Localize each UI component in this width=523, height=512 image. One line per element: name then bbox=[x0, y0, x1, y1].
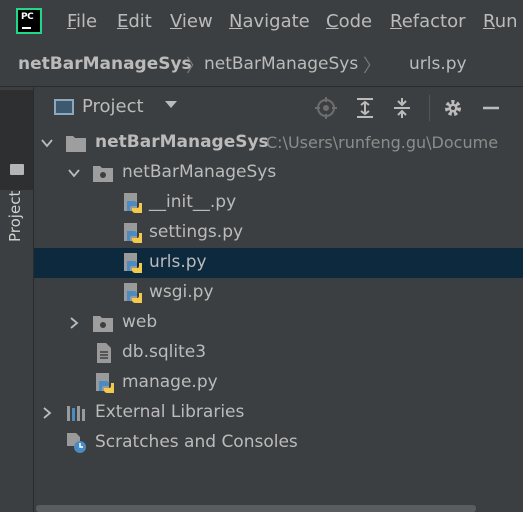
minimize-icon[interactable] bbox=[480, 97, 502, 119]
project-tree: netBarManageSys C:\Users\runfeng.gu\Docu… bbox=[34, 128, 523, 512]
menu-view[interactable]: View bbox=[170, 11, 213, 32]
project-stripe-button[interactable]: Project bbox=[0, 90, 33, 242]
python-file-icon bbox=[96, 373, 114, 393]
locate-icon[interactable] bbox=[315, 97, 337, 119]
tree-label: web bbox=[122, 312, 158, 332]
logo-text: PC bbox=[21, 12, 34, 22]
expand-all-icon[interactable] bbox=[354, 97, 376, 119]
tree-node-file[interactable]: __init__.py bbox=[34, 188, 523, 218]
tree-label: External Libraries bbox=[95, 402, 245, 422]
tree-label: wsgi.py bbox=[149, 282, 214, 302]
python-file-icon bbox=[124, 283, 142, 303]
project-view-icon bbox=[54, 99, 74, 115]
tree-label: settings.py bbox=[149, 222, 244, 242]
tree-path: C:\Users\runfeng.gu\Docume bbox=[266, 133, 499, 152]
pycharm-logo-icon: PC bbox=[16, 8, 42, 34]
tree-label: netBarManageSys bbox=[95, 132, 269, 152]
menu-file[interactable]: File bbox=[67, 11, 97, 32]
project-panel-header: Project bbox=[34, 87, 523, 127]
tree-label: manage.py bbox=[122, 372, 218, 392]
menu-navigate[interactable]: Navigate bbox=[229, 11, 310, 32]
tree-node-package[interactable]: netBarManageSys bbox=[34, 158, 523, 188]
chevron-right-icon: 〉 bbox=[186, 56, 204, 77]
chevron-down-icon[interactable] bbox=[165, 101, 177, 108]
python-file-icon bbox=[124, 253, 142, 273]
library-icon bbox=[67, 406, 85, 421]
tree-node-file-selected[interactable]: urls.py bbox=[34, 248, 523, 278]
breadcrumb-file[interactable]: urls.py bbox=[409, 54, 467, 74]
toolbar-divider bbox=[429, 95, 430, 121]
menu-bar: PC File Edit View Navigate Code Refactor… bbox=[0, 0, 523, 42]
chevron-right-icon[interactable] bbox=[68, 317, 80, 329]
breadcrumb: netBarManageSys 〉 netBarManageSys 〉 urls… bbox=[0, 42, 523, 116]
menu-refactor[interactable]: Refactor bbox=[390, 11, 466, 32]
tree-node-file[interactable]: wsgi.py bbox=[34, 278, 523, 308]
python-file-icon bbox=[124, 223, 142, 243]
chevron-down-icon[interactable] bbox=[68, 167, 80, 179]
tree-node-file[interactable]: settings.py bbox=[34, 218, 523, 248]
breadcrumb-package[interactable]: netBarManageSys bbox=[204, 54, 358, 74]
collapse-all-icon[interactable] bbox=[391, 97, 413, 119]
tree-node-manage[interactable]: manage.py bbox=[34, 368, 523, 398]
menu-code[interactable]: Code bbox=[326, 11, 372, 32]
tree-node-web[interactable]: web bbox=[34, 308, 523, 338]
text-file-icon bbox=[97, 343, 111, 363]
tree-node-db[interactable]: db.sqlite3 bbox=[34, 338, 523, 368]
tree-label: db.sqlite3 bbox=[122, 342, 207, 362]
tree-label: __init__.py bbox=[149, 192, 237, 212]
scratches-icon bbox=[67, 433, 86, 453]
panel-title[interactable]: Project bbox=[82, 96, 144, 117]
stripe-label: Project bbox=[6, 190, 24, 242]
horizontal-scrollbar[interactable] bbox=[36, 505, 476, 512]
gear-icon[interactable] bbox=[442, 97, 464, 119]
python-file-icon bbox=[124, 193, 142, 213]
tree-node-root[interactable]: netBarManageSys C:\Users\runfeng.gu\Docu… bbox=[34, 128, 523, 158]
menu-run[interactable]: Run bbox=[483, 11, 518, 32]
chevron-right-icon[interactable] bbox=[41, 407, 53, 419]
folder-icon bbox=[66, 136, 86, 152]
chevron-right-icon: 〉 bbox=[363, 56, 381, 77]
tree-node-external-libraries[interactable]: External Libraries bbox=[34, 398, 523, 428]
tree-node-scratches[interactable]: Scratches and Consoles bbox=[34, 428, 523, 458]
chevron-down-icon[interactable] bbox=[41, 137, 53, 149]
package-folder-icon bbox=[93, 166, 113, 182]
breadcrumb-project[interactable]: netBarManageSys bbox=[18, 54, 192, 74]
package-folder-icon bbox=[93, 316, 113, 332]
tree-label: netBarManageSys bbox=[122, 162, 277, 182]
folder-icon bbox=[10, 164, 24, 175]
tree-label: Scratches and Consoles bbox=[95, 432, 298, 452]
menu-edit[interactable]: Edit bbox=[117, 11, 152, 32]
tree-label: urls.py bbox=[149, 252, 207, 272]
